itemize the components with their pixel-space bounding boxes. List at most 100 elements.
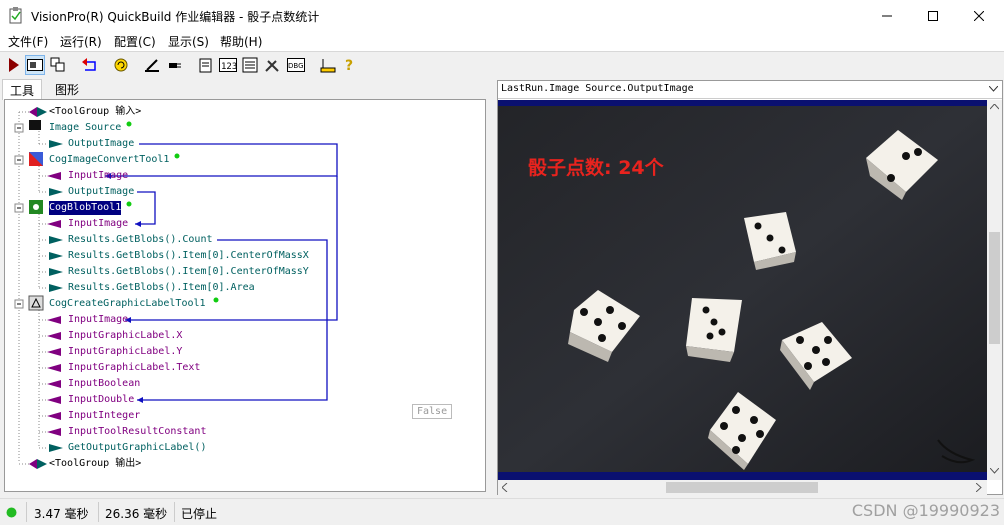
tree-item-input-boolean[interactable]: InputBoolean: [68, 377, 140, 391]
tree-item-blob-area[interactable]: Results.GetBlobs().Item[0].Area: [68, 281, 255, 295]
input-terminal-icon: [47, 220, 61, 228]
tree-item-input-image[interactable]: InputImage: [68, 217, 128, 231]
help-button[interactable]: ?: [340, 55, 360, 75]
status-separator: [174, 502, 175, 522]
tree-item-get-output-label[interactable]: GetOutputGraphicLabel(): [68, 441, 206, 455]
tree-item-input-image[interactable]: InputImage: [68, 169, 128, 183]
menu-run[interactable]: 运行(R): [60, 33, 102, 50]
output-terminal-icon: [49, 444, 63, 452]
plug-icon: [169, 63, 181, 68]
image-display: LastRun.Image Source.OutputImage 骰子点数: 2…: [497, 80, 1003, 495]
tools-button[interactable]: [262, 55, 282, 75]
list-icon: [242, 57, 258, 73]
tree-item-convert-tool[interactable]: CogImageConvertTool1: [49, 153, 169, 167]
menu-view[interactable]: 显示(S): [168, 33, 209, 50]
image-horizontal-scrollbar[interactable]: [498, 480, 987, 495]
tree-item-blob-count[interactable]: Results.GetBlobs().Count: [68, 233, 213, 247]
script-button[interactable]: [196, 55, 216, 75]
status-indicator-icon: [6, 507, 17, 518]
refresh-button[interactable]: [111, 55, 131, 75]
tree-item-label-y[interactable]: InputGraphicLabel.Y: [68, 345, 182, 359]
output-terminal-icon: [49, 284, 63, 292]
tree-item-input-tool-result[interactable]: InputToolResultConstant: [68, 425, 206, 439]
menu-config[interactable]: 配置(C): [114, 33, 156, 50]
debug-icon: DBG: [287, 58, 305, 72]
tree-item-blob-center-x[interactable]: Results.GetBlobs().Item[0].CenterOfMassX: [68, 249, 309, 263]
tree-item-output-image[interactable]: OutputImage: [68, 137, 134, 151]
menu-help[interactable]: 帮助(H): [220, 33, 262, 50]
plug-button[interactable]: [164, 55, 184, 75]
reset-icon: [82, 58, 96, 71]
tree-item-label-x[interactable]: InputGraphicLabel.X: [68, 329, 182, 343]
status-separator: [26, 502, 27, 522]
notes-icon: [199, 58, 212, 73]
chevron-down-icon: [989, 86, 998, 92]
input-terminal-icon: [47, 428, 61, 436]
image-selector[interactable]: LastRun.Image Source.OutputImage: [498, 81, 1002, 99]
output-terminal-icon: [49, 140, 63, 148]
scroll-right-icon: [976, 483, 982, 492]
debug-button[interactable]: DBG: [286, 55, 306, 75]
input-terminal-icon: [47, 364, 61, 372]
tree-item-output-image[interactable]: OutputImage: [68, 185, 134, 199]
status-run-state: 已停止: [181, 507, 218, 521]
edit-button[interactable]: [142, 55, 162, 75]
tree-item-input-double[interactable]: InputDouble: [68, 393, 134, 407]
reset-button[interactable]: [80, 55, 100, 75]
input-terminal-icon: [47, 332, 61, 340]
output-terminal-icon: [49, 236, 63, 244]
vertical-scroll-thumb[interactable]: [989, 232, 1000, 344]
tree-item-blob-center-y[interactable]: Results.GetBlobs().Item[0].CenterOfMassY: [68, 265, 309, 279]
terminals-button[interactable]: [240, 55, 260, 75]
numbers-icon: 123: [219, 58, 237, 72]
output-terminal-icon: [49, 252, 63, 260]
toolbar: 123 DBG ?: [0, 51, 1004, 77]
image-vertical-scrollbar[interactable]: [987, 100, 1002, 480]
refresh-icon: [114, 58, 128, 72]
tree-item-input-integer[interactable]: InputInteger: [68, 409, 140, 423]
tree-item-output-group[interactable]: <ToolGroup 输出>: [49, 457, 141, 471]
show-results-button[interactable]: [48, 55, 68, 75]
input-terminal-icon: [47, 316, 61, 324]
status-total-time: 26.36 毫秒: [105, 507, 168, 521]
watermark: CSDN @19990923: [851, 501, 1000, 520]
close-icon: [974, 10, 984, 21]
scroll-up-icon: [990, 104, 999, 110]
output-terminal-icon: [49, 268, 63, 276]
tab-tools[interactable]: 工具: [2, 79, 43, 100]
app-icon: [9, 7, 22, 24]
tree-item-label-tool[interactable]: CogCreateGraphicLabelTool1: [49, 297, 206, 311]
input-terminal-icon: [47, 412, 61, 420]
tree-item-blob-tool[interactable]: CogBlobTool1: [49, 201, 122, 215]
measure-button[interactable]: [318, 55, 338, 75]
minimize-icon: [882, 15, 892, 16]
input-terminal-icon: [47, 396, 61, 404]
close-button[interactable]: [956, 0, 1002, 31]
menu-file[interactable]: 文件(F): [8, 33, 48, 50]
continuous-run-button[interactable]: [25, 55, 45, 75]
minimize-button[interactable]: [864, 0, 910, 31]
scroll-left-icon: [502, 483, 508, 492]
value-tooltip: False: [412, 404, 453, 419]
tree-item-label-text[interactable]: InputGraphicLabel.Text: [68, 361, 200, 375]
camera-image[interactable]: 骰子点数: 24个: [498, 100, 987, 480]
maximize-icon: [928, 10, 938, 21]
tab-graphics[interactable]: 图形: [48, 79, 86, 100]
maximize-button[interactable]: [910, 0, 956, 31]
tool-tree: <ToolGroup 输入> Image Source OutputImage …: [4, 99, 486, 492]
run-button[interactable]: [3, 55, 23, 75]
numeric-button[interactable]: 123: [218, 55, 238, 75]
pen-icon: [145, 59, 159, 72]
tree-item-input-image[interactable]: InputImage: [68, 313, 128, 327]
output-terminal-icon: [49, 188, 63, 196]
blob-count-label: 骰子点数: 24个: [528, 156, 665, 179]
window-title: VisionPro(R) QuickBuild 作业编辑器 - 骰子点数统计: [31, 10, 320, 24]
die-center: [686, 298, 742, 362]
toggle-icon: [27, 59, 43, 71]
ruler-icon: [320, 59, 336, 73]
tree-item-input-group[interactable]: <ToolGroup 输入>: [49, 105, 141, 119]
windows-icon: [50, 57, 65, 72]
tools-icon: [265, 60, 279, 72]
horizontal-scroll-thumb[interactable]: [666, 482, 818, 493]
tree-item-image-source[interactable]: Image Source: [49, 121, 121, 135]
